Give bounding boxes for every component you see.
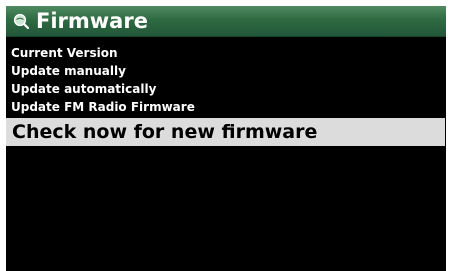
menu-item-update-automatically[interactable]: Update automatically (11, 80, 156, 98)
device-screen: Firmware Current Version Update manually… (6, 6, 446, 271)
menu-item-current-version[interactable]: Current Version (11, 44, 118, 62)
menu-item-update-manually[interactable]: Update manually (11, 62, 126, 80)
menu-item-update-fm-radio-firmware[interactable]: Update FM Radio Firmware (11, 98, 195, 116)
menu-header: Firmware (6, 6, 446, 37)
menu-item-check-now[interactable]: Check now for new firmware (6, 118, 445, 146)
magnifier-globe-icon (13, 13, 29, 29)
page-title: Firmware (36, 9, 148, 33)
